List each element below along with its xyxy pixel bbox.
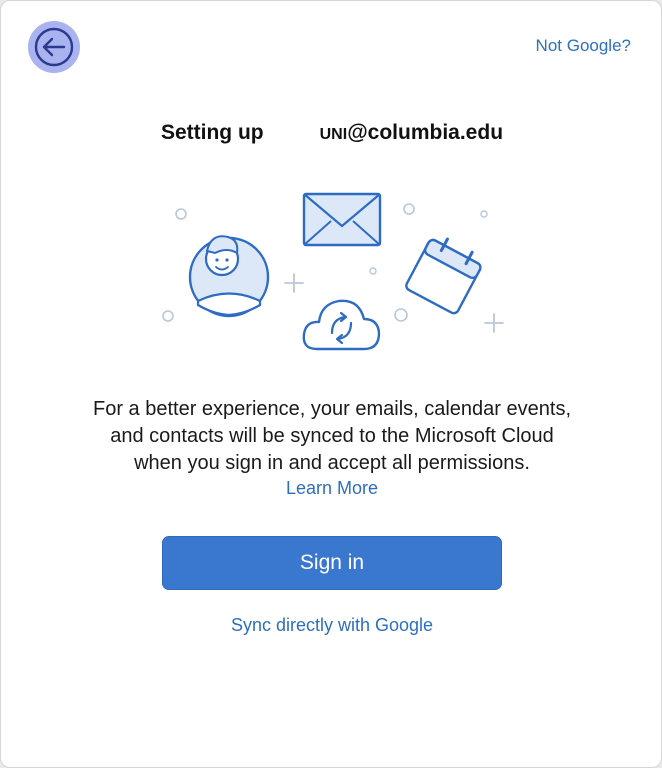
decor-dot: [175, 208, 187, 220]
dialog-window: Not Google? Setting up UNI @columbia.edu: [0, 0, 662, 768]
decor-dot: [403, 203, 415, 215]
arrow-left-circle-icon: [34, 27, 74, 67]
description-line: when you sign in and accept all permissi…: [134, 452, 530, 474]
cloud-sync-icon: [302, 299, 381, 351]
account-domain: @columbia.edu: [347, 121, 504, 144]
avatar-icon: [188, 235, 270, 318]
sync-google-link[interactable]: Sync directly with Google: [231, 615, 433, 635]
title-prefix: Setting up: [160, 121, 264, 144]
page-title: Setting up UNI @columbia.edu: [1, 121, 662, 145]
decor-plus: [484, 313, 504, 333]
learn-more-row: Learn More: [1, 478, 662, 499]
decor-dot: [162, 310, 174, 322]
calendar-icon: [405, 237, 482, 315]
sync-google-row: Sync directly with Google: [1, 615, 662, 636]
decor-dot: [480, 210, 488, 218]
decor-dot: [369, 267, 377, 275]
description-text: For a better experience, your emails, ca…: [41, 396, 623, 477]
description-line: For a better experience, your emails, ca…: [92, 398, 572, 420]
envelope-icon: [302, 192, 382, 247]
sync-illustration: [162, 192, 504, 351]
not-google-link[interactable]: Not Google?: [536, 36, 631, 56]
decor-plus: [284, 273, 304, 293]
account-user: UNI: [319, 126, 348, 143]
decor-dot: [394, 308, 408, 322]
learn-more-link[interactable]: Learn More: [286, 478, 378, 498]
back-button[interactable]: [28, 21, 80, 73]
description-line: and contacts will be synced to the Micro…: [110, 425, 554, 447]
sign-in-button[interactable]: Sign in: [162, 536, 502, 590]
